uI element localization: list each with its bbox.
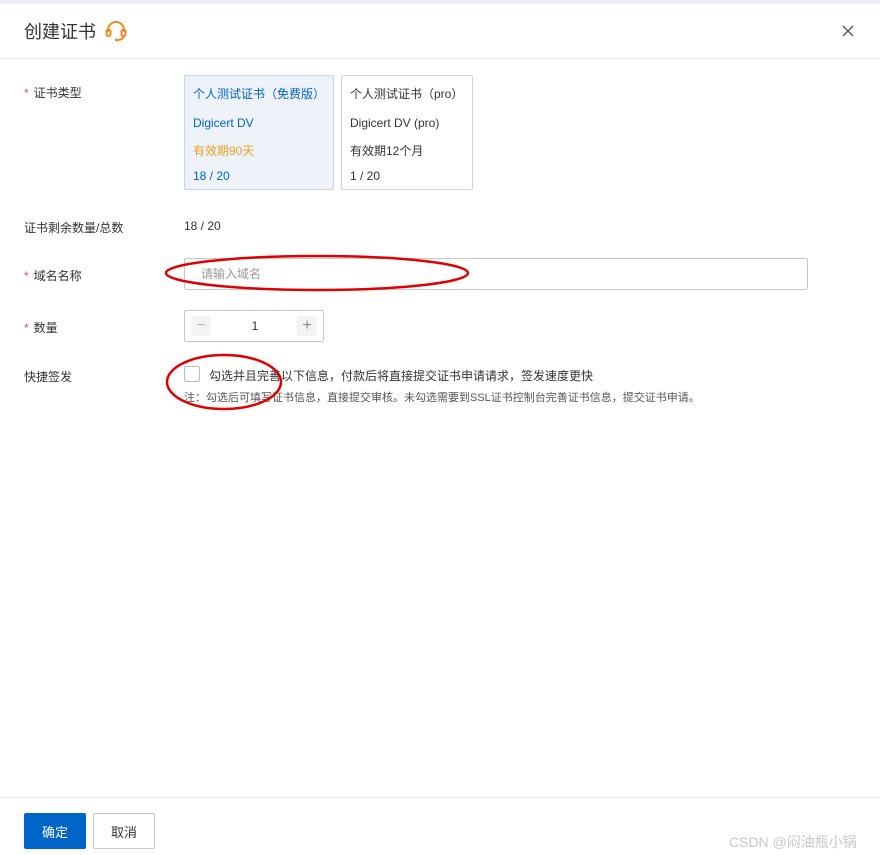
cert-option-count: 18 / 20 [193, 169, 230, 183]
decrement-button[interactable]: − [191, 316, 211, 336]
dialog-footer: 确定 取消 CSDN @闷油瓶小锅 [0, 797, 880, 855]
close-icon[interactable] [838, 21, 858, 41]
cert-type-label: * 证书类型 [24, 86, 82, 100]
watermark: CSDN @闷油瓶小锅 [729, 834, 857, 850]
cert-option-name: 个人测试证书（免费版） [193, 87, 326, 101]
domain-label: * 域名名称 [24, 269, 82, 283]
cancel-button[interactable]: 取消 [93, 813, 155, 849]
cert-option-validity: 有效期90天 [193, 144, 255, 158]
cert-option-validity: 有效期12个月 [350, 144, 424, 158]
remaining-label: 证书剩余数量/总数 [24, 221, 124, 235]
cert-option-product: Digicert DV (pro) [350, 116, 440, 130]
cert-option-name: 个人测试证书（pro） [350, 87, 464, 101]
remaining-value: 18 / 20 [184, 219, 221, 233]
quick-issue-label: 快捷签发 [24, 370, 73, 384]
cert-option-product: Digicert DV [193, 116, 254, 130]
cert-option-pro[interactable]: 个人测试证书（pro） Digicert DV (pro) 有效期12个月 1 … [341, 75, 473, 190]
required-mark: * [24, 86, 29, 100]
cert-option-count: 1 / 20 [350, 169, 381, 183]
headset-icon[interactable] [104, 19, 128, 43]
quantity-label: * 数量 [24, 321, 58, 335]
cert-option-free[interactable]: 个人测试证书（免费版） Digicert DV 有效期90天 18 / 20 [184, 75, 334, 190]
quantity-stepper: − + [184, 310, 324, 342]
quantity-input[interactable] [215, 311, 295, 341]
increment-button[interactable]: + [297, 316, 317, 336]
confirm-button[interactable]: 确定 [24, 813, 86, 849]
annotation-ellipse-domain [164, 254, 470, 292]
required-mark: * [24, 269, 29, 283]
required-mark: * [24, 321, 29, 335]
dialog-header: 创建证书 [0, 4, 880, 59]
dialog-title: 创建证书 [24, 22, 96, 42]
annotation-ellipse-checkbox [165, 353, 283, 411]
